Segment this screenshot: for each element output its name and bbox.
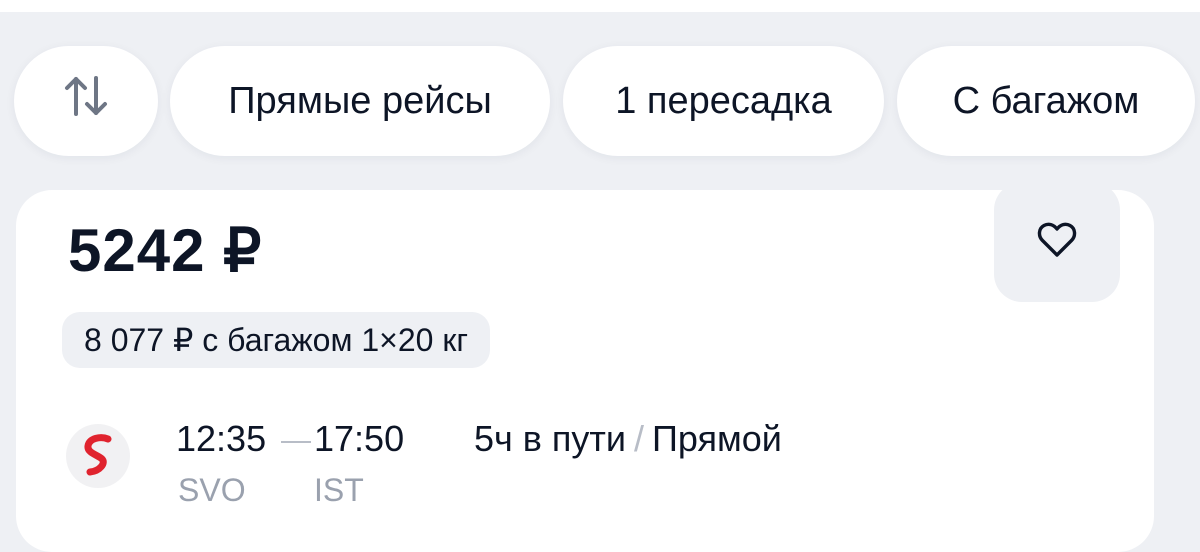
time-separator-dash [281,441,311,443]
sort-button[interactable] [14,46,158,156]
favorite-button[interactable] [994,182,1120,302]
sort-arrows-icon [63,74,109,128]
stops-label: Прямой [652,418,782,459]
departure-airport-code: SVO [178,472,246,508]
arrival-time: 17:50 [314,418,405,459]
filter-with-baggage[interactable]: С багажом [897,46,1195,156]
arrival-airport-code: IST [314,472,364,508]
duration-separator: / [634,418,645,459]
filter-one-transfer[interactable]: 1 пересадка [563,46,884,156]
flight-duration: 5ч в пути / Прямой [474,418,782,460]
top-strip [0,0,1200,12]
baggage-offer-badge[interactable]: 8 077 ₽ с багажом 1×20 кг [62,312,490,368]
ticket-price: 5242 ₽ [68,217,263,284]
filter-direct-label: Прямые рейсы [228,79,492,122]
duration-label: 5ч в пути [474,418,626,459]
filter-baggage-label: С багажом [952,79,1140,122]
baggage-offer-label: 8 077 ₽ с багажом 1×20 кг [84,322,468,358]
filter-direct-flights[interactable]: Прямые рейсы [170,46,550,156]
airline-logo [66,424,130,488]
departure-time: 12:35 [176,418,267,459]
ticket-card[interactable]: 5242 ₽ 8 077 ₽ с багажом 1×20 кг 12:35 1… [16,182,1154,552]
filter-transfer-label: 1 пересадка [615,79,832,122]
heart-icon [1037,222,1077,263]
